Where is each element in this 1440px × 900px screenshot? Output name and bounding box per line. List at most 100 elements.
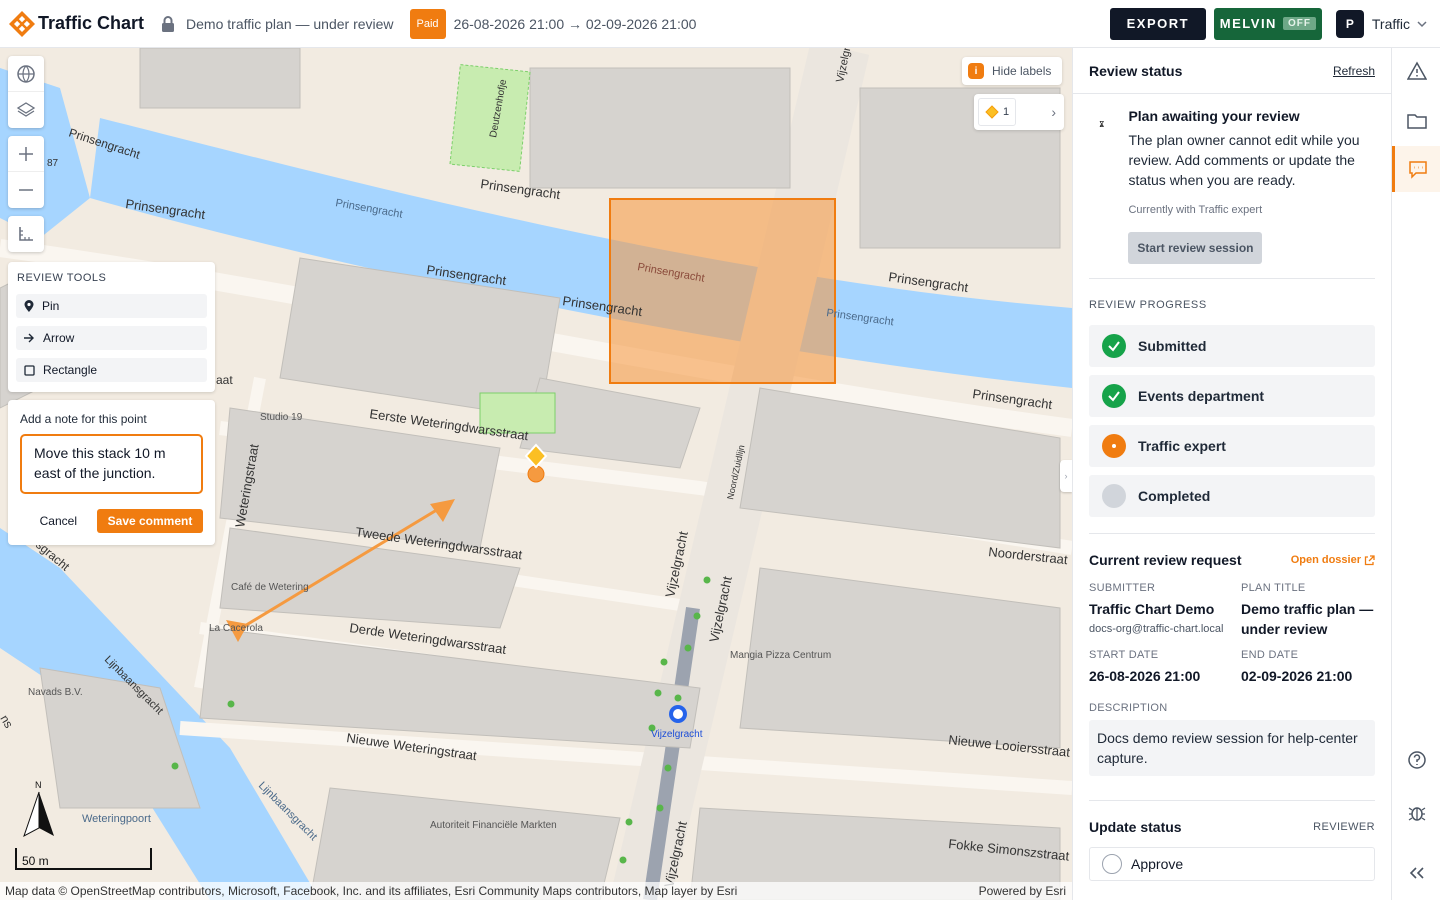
chevron-right-icon[interactable]: ›	[1051, 104, 1056, 120]
pending-step-icon	[1102, 484, 1126, 508]
map-label: Studio 19	[260, 412, 303, 423]
progress-step-submitted: Submitted	[1089, 325, 1375, 367]
rectangle-icon	[24, 364, 35, 376]
refresh-link[interactable]: Refresh	[1333, 64, 1375, 78]
ruler-icon	[19, 227, 33, 241]
layers-button[interactable]	[8, 92, 44, 128]
zoom-controls	[8, 136, 44, 208]
zoom-out-button[interactable]	[8, 172, 44, 208]
map-label: Mangia Pizza Centrum	[730, 650, 831, 661]
chevron-down-icon[interactable]	[1416, 18, 1428, 30]
map-label: aat	[216, 373, 233, 387]
note-popup: Add a note for this point Move this stac…	[8, 400, 215, 545]
awaiting-title: Plan awaiting your review	[1128, 108, 1300, 124]
basemap-button[interactable]	[8, 56, 44, 92]
scale-label: 50 m	[22, 854, 49, 868]
review-panel: Review status Refresh Plan awaiting your…	[1072, 48, 1391, 900]
progress-title: REVIEW PROGRESS	[1089, 299, 1207, 311]
map-view[interactable]: Prinsengracht Prinsengracht Prinsengrach…	[0, 48, 1072, 900]
plus-icon	[19, 146, 33, 161]
bug-report-button[interactable]	[1392, 790, 1440, 836]
check-icon	[1102, 334, 1126, 358]
tool-arrow[interactable]: Arrow	[16, 326, 207, 350]
start-date-value: 26-08-2026 21:00	[1089, 668, 1201, 684]
map-attribution: Map data © OpenStreetMap contributors, M…	[0, 882, 1072, 900]
layer-count-badge[interactable]: 1	[978, 98, 1017, 126]
help-button[interactable]	[1392, 737, 1440, 783]
step-label: Completed	[1138, 488, 1211, 504]
tool-label: Arrow	[43, 331, 75, 345]
hide-labels-button[interactable]: i Hide labels	[962, 57, 1062, 85]
app-logo[interactable]: Traffic Chart	[8, 10, 144, 38]
save-comment-button[interactable]: Save comment	[97, 509, 203, 533]
review-tab[interactable]	[1392, 146, 1440, 192]
tool-rectangle[interactable]: Rectangle	[16, 358, 207, 382]
open-dossier-link[interactable]: Open dossier	[1291, 554, 1375, 566]
minus-icon	[19, 189, 33, 191]
compass-north-label: N	[35, 780, 42, 790]
tool-label: Pin	[42, 299, 60, 313]
awaiting-review-card: Plan awaiting your review The plan owner…	[1073, 94, 1391, 264]
powered-by[interactable]: Powered by Esri	[979, 882, 1066, 900]
help-icon	[1407, 751, 1426, 769]
panel-collapse-handle[interactable]: ›	[1060, 460, 1072, 492]
warning-icon	[1406, 61, 1427, 80]
divider	[1089, 533, 1375, 534]
request-details: SUBMITTER Traffic Chart Demo docs-org@tr…	[1089, 582, 1375, 686]
measure-controls	[8, 216, 44, 252]
cancel-button[interactable]: Cancel	[29, 509, 87, 533]
plan-title-key: PLAN TITLE	[1241, 582, 1306, 594]
pin-icon	[24, 300, 34, 312]
tool-pin[interactable]: Pin	[16, 294, 207, 318]
layer-count-value: 1	[1003, 106, 1010, 118]
documents-tab[interactable]	[1392, 98, 1440, 144]
compass-icon[interactable]: N	[22, 778, 58, 840]
map-label: Café de Wetering	[231, 582, 309, 593]
avatar[interactable]: P	[1335, 9, 1364, 38]
map-label: Navads B.V.	[28, 687, 83, 698]
melvin-label: MELVIN	[1219, 16, 1277, 31]
layers-icon	[16, 102, 36, 117]
start-date-key: START DATE	[1089, 649, 1159, 661]
approve-label: Approve	[1131, 856, 1184, 872]
attribution-text: Map data © OpenStreetMap contributors, M…	[5, 884, 738, 898]
workspace-selector[interactable]: Traffic	[1372, 16, 1410, 32]
open-dossier-label: Open dossier	[1290, 554, 1361, 566]
radio-button[interactable]	[1102, 854, 1122, 874]
collapse-rail-button[interactable]	[1392, 850, 1440, 896]
melvin-toggle-button[interactable]: MELVIN OFF	[1213, 7, 1322, 40]
progress-step-completed: Completed	[1089, 475, 1375, 517]
current-step-icon	[1102, 434, 1126, 458]
map-label: Weteringpoort	[82, 813, 151, 825]
right-rail	[1391, 48, 1440, 900]
plan-dates: 26-08-2026 21:00 → 02-09-2026 21:00	[453, 15, 697, 32]
plan-title: Demo traffic plan — under review	[186, 15, 394, 32]
layer-count-control[interactable]: 1 ›	[974, 94, 1064, 130]
lock-icon	[162, 15, 175, 32]
map-label: Vijzelgracht	[651, 729, 703, 740]
map-controls-top	[8, 56, 44, 128]
note-textarea[interactable]: Move this stack 10 m east of the junctio…	[20, 434, 203, 494]
approve-option[interactable]: Approve	[1089, 847, 1375, 881]
divider	[1089, 278, 1375, 279]
app-name: Traffic Chart	[38, 13, 145, 33]
end-date-value: 02-09-2026 21:00	[1241, 668, 1353, 684]
check-icon	[1102, 384, 1126, 408]
folder-icon	[1406, 114, 1427, 129]
park-patch	[449, 64, 531, 172]
paid-badge: Paid	[409, 8, 446, 39]
reviewer-label: REVIEWER	[1313, 821, 1375, 833]
awaiting-sub: Currently with Traffic expert	[1128, 204, 1263, 216]
measure-button[interactable]	[8, 216, 44, 252]
review-rectangle[interactable]	[609, 198, 836, 384]
description-key: DESCRIPTION	[1089, 702, 1168, 714]
divider	[1089, 800, 1375, 801]
awaiting-text: The plan owner cannot edit while you rev…	[1128, 132, 1360, 188]
top-bar: Traffic Chart Demo traffic plan — under …	[0, 0, 1440, 48]
map-label: La Cacerola	[209, 623, 263, 634]
zoom-in-button[interactable]	[8, 136, 44, 172]
pin-diamond-icon	[985, 105, 999, 119]
export-button[interactable]: EXPORT	[1109, 7, 1206, 40]
start-review-button[interactable]: Start review session	[1128, 232, 1263, 264]
warnings-tab[interactable]	[1392, 48, 1440, 94]
